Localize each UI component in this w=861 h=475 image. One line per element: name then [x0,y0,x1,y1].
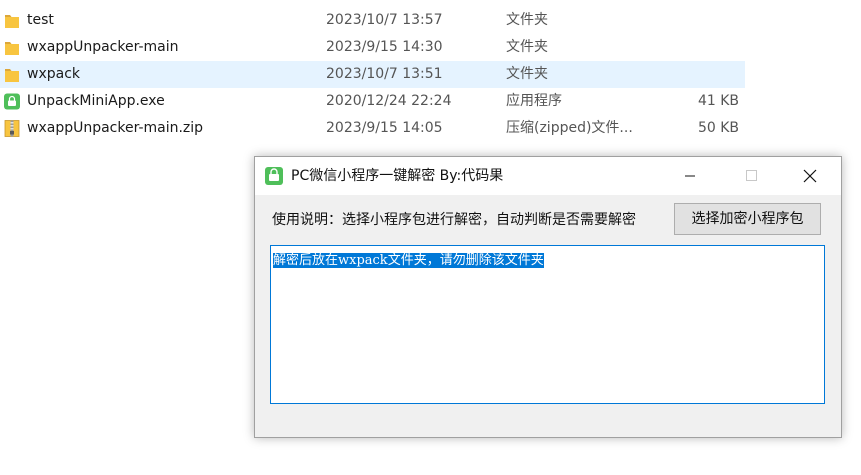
file-modified-date: 2020/12/24 22:24 [326,93,452,109]
title-bar[interactable]: PC微信小程序一键解密 By:代码果 [255,157,841,195]
file-type: 文件夹 [506,39,548,55]
file-row[interactable]: UnpackMiniApp.exe 2020/12/24 22:24 应用程序 41 … [0,88,745,115]
file-name: UnpackMiniApp.exe [27,93,165,109]
instruction-label: 使用说明：选择小程序包进行解密，自动判断是否需要解密 [272,212,636,228]
file-modified-date: 2023/10/7 13:51 [326,66,443,82]
file-type: 压缩(zipped)文件... [506,120,633,136]
file-size: 41 KB [697,93,739,109]
unpacker-dialog: PC微信小程序一键解密 By:代码果 使用说明：选择小程序包进行解密，自动判断是… [254,156,842,438]
file-type: 文件夹 [506,12,548,28]
file-name: wxpack [27,66,81,82]
select-package-button[interactable]: 选择加密小程序包 [674,203,821,235]
file-name: wxappUnpacker-main [27,39,179,55]
folder-icon [4,66,20,83]
exe-app-icon [4,93,20,110]
output-text: 解密后放在wxpack文件夹，请勿删除该文件夹 [273,253,544,268]
file-list: test 2023/10/7 13:57 文件夹 wxappUnpacker-main… [0,7,745,142]
minimize-button[interactable] [667,157,713,195]
file-row[interactable]: test 2023/10/7 13:57 文件夹 [0,7,745,34]
file-type: 文件夹 [506,66,548,82]
file-size: 50 KB [697,120,739,136]
maximize-icon [746,170,757,181]
close-icon [803,169,817,183]
maximize-button[interactable] [728,157,774,195]
file-modified-date: 2023/10/7 13:57 [326,12,443,28]
file-modified-date: 2023/9/15 14:05 [326,120,443,136]
minimize-icon [685,175,695,177]
file-name: wxappUnpacker-main.zip [27,120,204,136]
folder-icon [4,12,20,29]
window-title: PC微信小程序一键解密 By:代码果 [291,168,504,184]
close-button[interactable] [787,157,833,195]
file-row[interactable]: wxappUnpacker-main 2023/9/15 14:30 文件夹 [0,34,745,61]
file-row[interactable]: wxappUnpacker-main.zip 2023/9/15 14:05 压缩(… [0,115,745,142]
folder-icon [4,39,20,56]
file-name: test [27,12,54,28]
zip-archive-icon [4,120,20,137]
file-type: 应用程序 [506,93,562,109]
file-modified-date: 2023/9/15 14:30 [326,39,443,55]
app-icon [265,167,283,185]
output-textarea[interactable]: 解密后放在wxpack文件夹，请勿删除该文件夹 [270,245,825,404]
file-row[interactable]: wxpack 2023/10/7 13:51 文件夹 [0,61,745,88]
